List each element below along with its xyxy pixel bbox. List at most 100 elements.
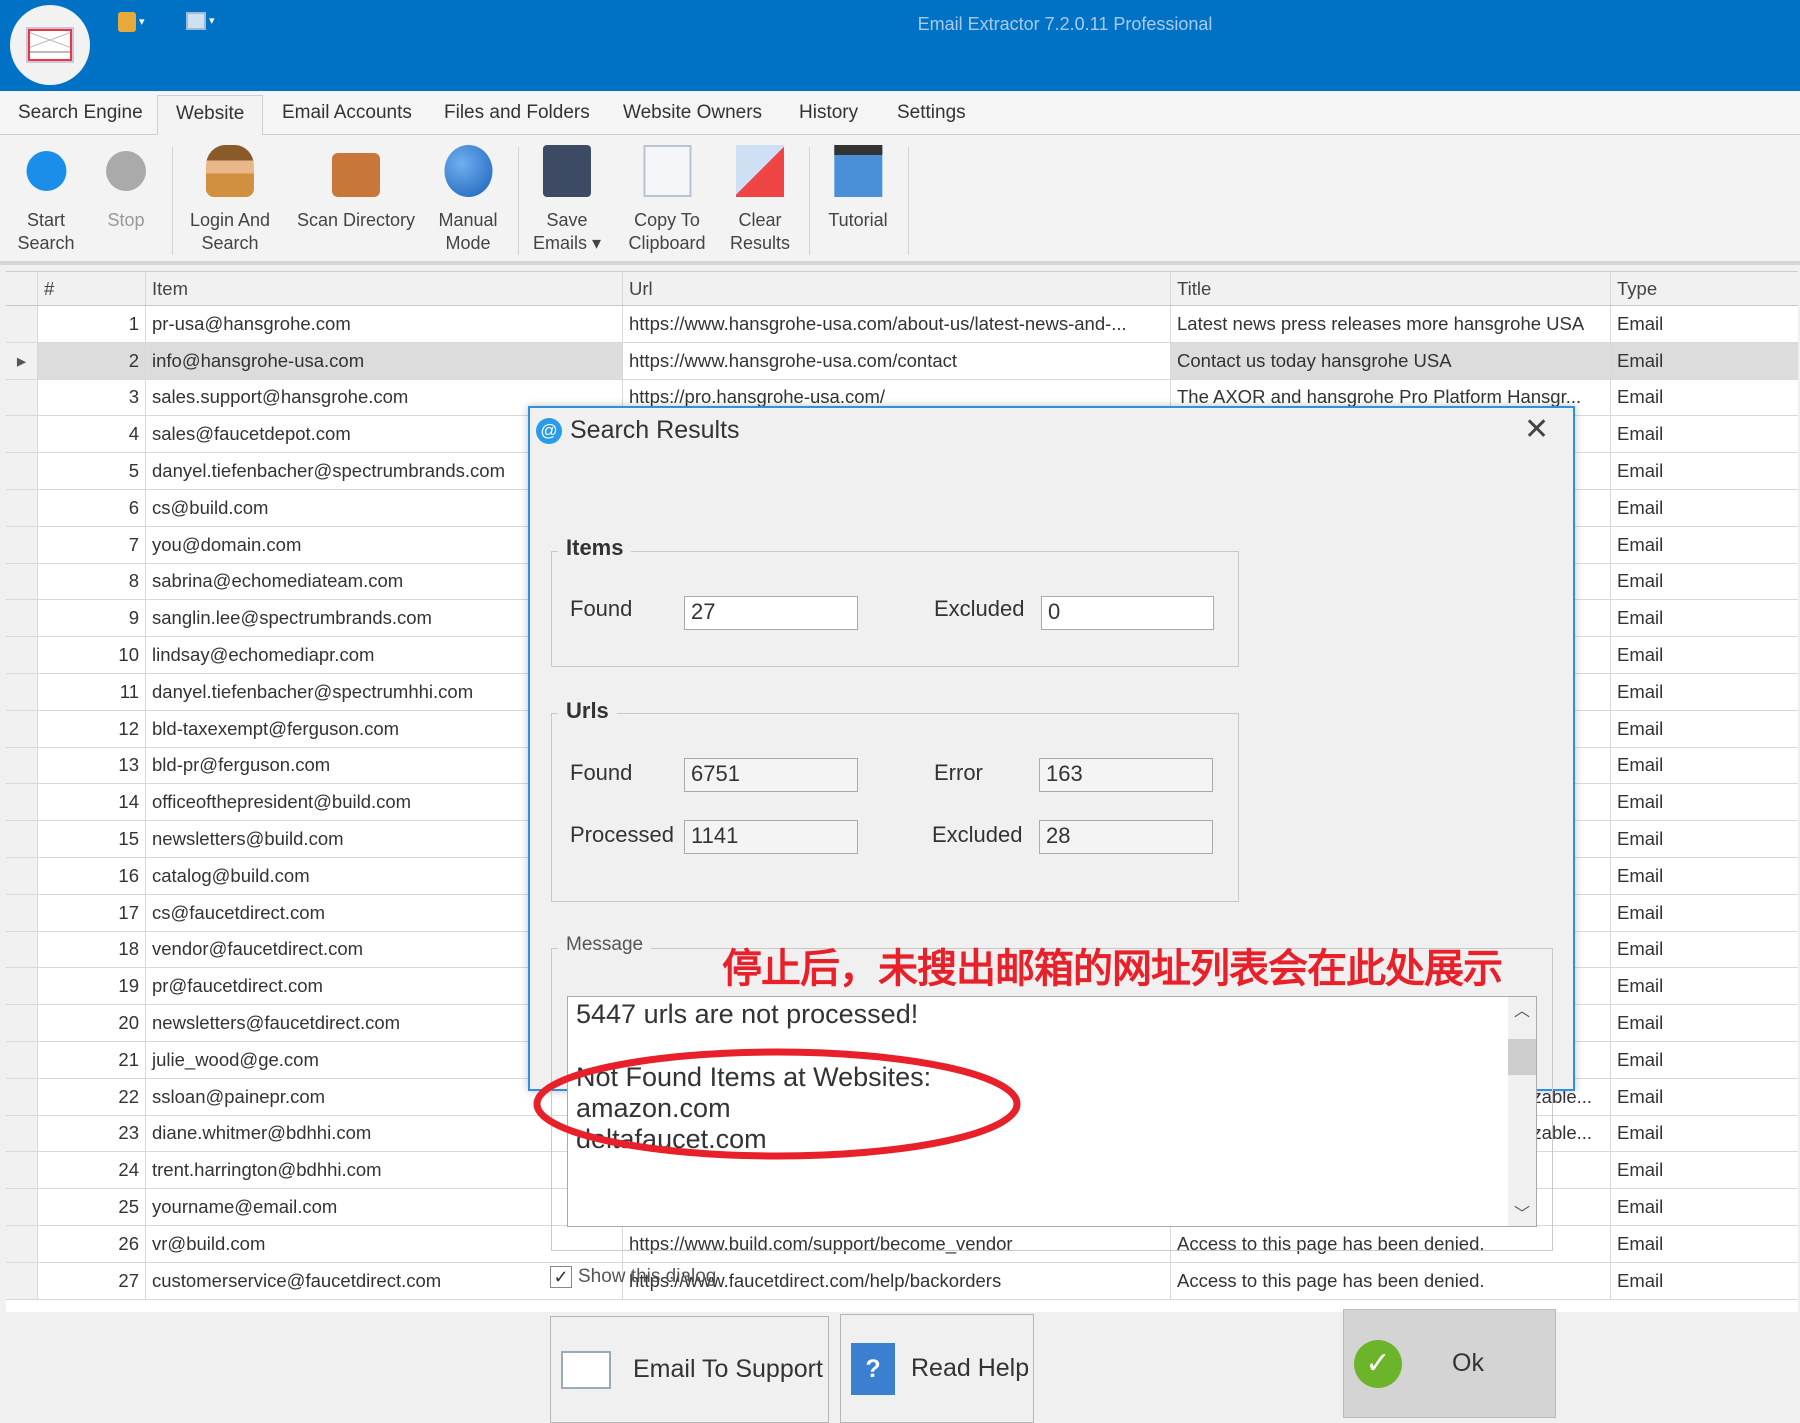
scroll-down-icon[interactable]: ﹀ [1508,1200,1536,1224]
row-number: 2 [38,342,146,379]
tab-history[interactable]: History [799,102,858,124]
type-cell: Email [1617,460,1664,482]
table-row[interactable]: ▸ 2 info@hansgrohe-usa.com https://www.hans… [6,342,1798,380]
separator [908,147,909,255]
urls-excluded-label: Excluded [932,822,1023,847]
show-dialog-checkbox[interactable]: ✓ [550,1266,572,1288]
row-number: 1 [38,306,146,342]
separator [172,147,173,255]
column-header[interactable]: Type [1611,272,1798,305]
row-selector [6,747,38,784]
type-cell: Email [1617,1159,1664,1181]
urls-found-field[interactable]: 6751 [684,758,858,792]
row-header-corner [6,272,38,305]
item-cell: info@hansgrohe-usa.com [146,342,623,379]
ribbon-label: Copy To [634,210,700,230]
column-header[interactable]: # [38,272,146,305]
at-sign-icon: @ [536,418,562,444]
ribbon-label: Save [546,210,588,230]
app-title: Email Extractor 7.2.0.11 Professional [917,14,1213,34]
email-to-support-button[interactable]: Email To Support [550,1316,829,1423]
row-selector [6,968,38,1005]
type-cell: Email [1617,938,1664,960]
ribbon-label: Search [17,233,75,253]
row-number: 27 [38,1262,146,1299]
row-selector [6,563,38,600]
row-number: 20 [38,1005,146,1041]
url-cell: https://www.hansgrohe-usa.com/about-us/l… [623,306,1171,342]
play-icon [22,145,70,197]
floppy-icon [542,145,591,197]
ribbon-label [855,232,860,255]
ribbon-button-clear[interactable]: Clear Results [730,145,790,255]
row-selector [6,600,38,637]
type-cell: Email [1617,1269,1664,1291]
scrollbar[interactable]: ︿ ﹀ [1508,997,1536,1226]
row-number: 19 [38,968,146,1005]
scroll-up-icon[interactable]: ︿ [1508,997,1536,1021]
current-row-arrow-icon: ▸ [6,342,38,379]
type-cell: Email [1617,828,1664,850]
ribbon-button-stop[interactable]: Stop [102,145,150,255]
ribbon-button-save[interactable]: Save Emails ▾ [533,145,601,255]
read-help-button[interactable]: ? Read Help [840,1314,1034,1423]
dialog-title: Search Results [570,416,740,444]
type-cell: Email [1617,1196,1664,1218]
row-selector [6,453,38,489]
ribbon-button-scan-directory[interactable]: Scan Directory [297,145,415,255]
row-number: 8 [38,563,146,600]
items-found-field[interactable]: 27 [684,596,858,630]
type-cell: Email [1617,423,1664,445]
ribbon-label: Tutorial [828,210,888,230]
separator [518,147,519,255]
row-number: 24 [38,1152,146,1189]
ribbon-label: Search [201,233,259,253]
urls-processed-field[interactable]: 1141 [684,820,858,854]
ribbon-button-copy-to[interactable]: Copy To Clipboard [628,145,706,255]
type-cell: Email [1617,1232,1664,1254]
help-question-icon: ? [851,1342,895,1395]
ribbon-button-start[interactable]: Start Search [17,145,75,255]
items-found-label: Found [570,596,633,621]
tab-files-and-folders[interactable]: Files and Folders [444,102,590,124]
tab-website[interactable]: Website [157,95,264,136]
item-cell: pr-usa@hansgrohe.com [146,306,623,342]
ribbon-label: Manual [438,210,498,230]
tab-website-owners[interactable]: Website Owners [623,102,762,124]
urls-error-field[interactable]: 163 [1039,758,1213,792]
column-header[interactable]: Url [623,272,1171,305]
grid-header: # Item Url Title Type [6,272,1798,306]
annotation-red-ellipse [533,1048,1021,1160]
close-icon[interactable]: ✕ [1524,412,1549,447]
row-selector [6,490,38,526]
title-bar: ▾ ▾ Email Extractor 7.2.0.11 Professiona… [0,0,1800,91]
type-cell: Email [1617,975,1664,997]
copy-icon [642,145,691,197]
ribbon-label: Login And [189,210,271,230]
type-cell: Email [1617,754,1664,776]
tab-email-accounts[interactable]: Email Accounts [282,102,412,124]
ribbon-button-tutorial[interactable]: Tutorial [828,145,888,255]
ribbon-label: Mode [445,233,491,253]
column-header[interactable]: Item [146,272,623,305]
tab-settings[interactable]: Settings [897,102,966,124]
table-row[interactable]: 1 pr-usa@hansgrohe.com https://www.hansgro… [6,306,1798,343]
ok-button[interactable]: ✓ Ok [1343,1309,1556,1418]
row-selector [6,1115,38,1152]
separator [809,147,810,255]
ribbon-label: Results [729,233,791,253]
ribbon-button-manual[interactable]: Manual Mode [438,145,498,255]
row-number: 9 [38,600,146,637]
tab-search-engine[interactable]: Search Engine [18,102,143,124]
stop-icon [102,145,150,197]
scroll-thumb[interactable] [1508,1039,1536,1075]
row-selector [6,858,38,894]
urls-excluded-field[interactable]: 28 [1039,820,1213,854]
row-number: 6 [38,490,146,526]
ribbon-button-login-and[interactable]: Login And Search [190,145,270,255]
row-number: 12 [38,710,146,747]
table-row[interactable]: 27 customerservice@faucetdirect.com https:… [6,1262,1798,1300]
urls-error-label: Error [934,760,983,785]
items-excluded-field[interactable]: 0 [1041,596,1214,630]
column-header[interactable]: Title [1171,272,1611,305]
